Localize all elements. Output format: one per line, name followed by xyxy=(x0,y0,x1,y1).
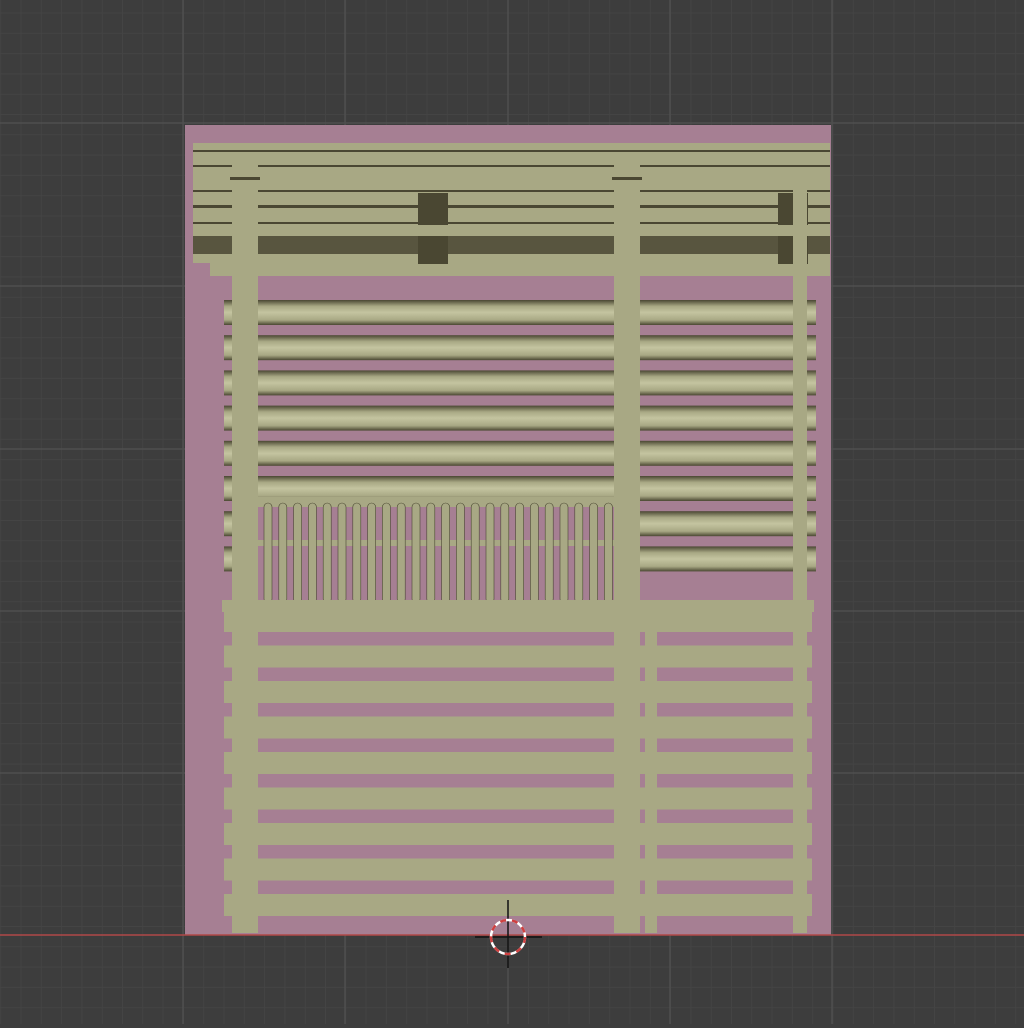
beam-notch xyxy=(418,236,448,264)
horizontal-log xyxy=(224,335,816,360)
viewport-scene[interactable] xyxy=(0,0,1024,1024)
picket xyxy=(442,503,450,603)
lower-slat xyxy=(224,646,812,668)
picket xyxy=(279,503,287,603)
log-seam xyxy=(193,205,830,208)
lower-slat xyxy=(224,894,812,916)
picket xyxy=(323,503,331,603)
picket xyxy=(545,503,553,603)
beam-notch xyxy=(418,193,448,225)
lower-slat xyxy=(224,859,812,881)
vertical-post xyxy=(232,165,258,933)
picket xyxy=(294,503,302,603)
picket xyxy=(264,503,272,603)
picket xyxy=(560,503,568,603)
lower-slat xyxy=(224,823,812,845)
vertical-post xyxy=(645,605,657,933)
picket xyxy=(382,503,390,603)
lower-slat xyxy=(224,610,812,632)
picket xyxy=(575,503,583,603)
picket xyxy=(338,503,346,603)
picket xyxy=(486,503,494,603)
picket xyxy=(604,503,612,603)
picket xyxy=(516,503,524,603)
vertical-post xyxy=(793,175,807,933)
vertical-post xyxy=(614,165,640,933)
picket xyxy=(308,503,316,603)
log-seam xyxy=(193,190,830,192)
picket xyxy=(456,503,464,603)
picket xyxy=(353,503,361,603)
3d-viewport[interactable] xyxy=(0,0,1024,1024)
picket xyxy=(368,503,376,603)
lower-slat xyxy=(224,788,812,810)
picket xyxy=(501,503,509,603)
log-seam xyxy=(193,150,830,152)
picket xyxy=(427,503,435,603)
picket xyxy=(471,503,479,603)
picket xyxy=(590,503,598,603)
horizontal-log xyxy=(224,370,816,395)
picket xyxy=(530,503,538,603)
top-beam xyxy=(210,254,830,276)
picket xyxy=(397,503,405,603)
log-seam xyxy=(193,165,830,167)
log-seam xyxy=(193,222,830,224)
picket xyxy=(412,503,420,603)
horizontal-log xyxy=(224,300,816,325)
lower-slat xyxy=(224,681,812,703)
lower-slat xyxy=(224,752,812,774)
horizontal-log xyxy=(224,406,816,431)
middle-rail xyxy=(222,600,814,612)
horizontal-log xyxy=(224,441,816,466)
post-cap-line xyxy=(612,177,642,180)
post-cap-line xyxy=(230,177,260,180)
lower-slat xyxy=(224,717,812,739)
top-bundle-shadow xyxy=(193,236,830,254)
